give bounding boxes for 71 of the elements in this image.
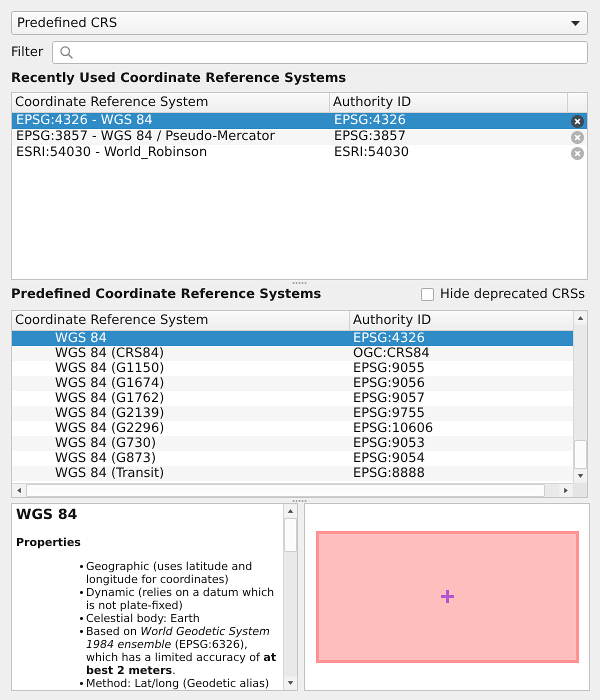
table-cell-text: WGS 84 (G2296) — [54, 421, 166, 436]
table-cell-text: EPSG:4326 - WGS 84 — [15, 113, 154, 129]
table-cell-text: WGS 84 (G2139) — [54, 406, 166, 421]
table-cell-text: EPSG:4326 — [352, 331, 426, 346]
search-icon — [60, 46, 74, 59]
vertical-scrollbar[interactable] — [283, 504, 297, 690]
table-row[interactable]: WGS 84 (G1674) EPSG:9056 — [12, 376, 573, 391]
caret-icon — [571, 20, 580, 26]
checkbox-label[interactable]: Hide deprecated CRSs — [440, 286, 585, 302]
table-cell-text: EPSG:9755 — [352, 406, 426, 421]
column-header[interactable]: Coordinate Reference System — [12, 311, 350, 330]
table-cell-text: EPSG:9054 — [352, 451, 426, 466]
table-cell-text: EPSG:9053 — [352, 436, 426, 451]
table-cell-text: WGS 84 (Transit) — [54, 466, 166, 481]
table-row[interactable]: WGS 84 (G873) EPSG:9054 — [12, 451, 573, 466]
properties-heading: Properties — [16, 536, 82, 549]
table-row[interactable]: WGS 84 (G1150) EPSG:9055 — [12, 361, 573, 376]
table-cell-text: WGS 84 (CRS84) — [54, 346, 166, 361]
table-row[interactable]: EPSG:4326 - WGS 84 EPSG:4326 — [12, 113, 587, 129]
table-cell-text: WGS 84 (G1674) — [54, 376, 166, 391]
table-cell-text: EPSG:9055 — [352, 361, 426, 376]
table-cell-text: EPSG:9056 — [352, 376, 426, 391]
table-cell-text: WGS 84 (G1150) — [54, 361, 166, 376]
table-row[interactable]: WGS 84 (Transit) EPSG:8888 — [12, 466, 573, 481]
table-row[interactable]: EPSG:3857 - WGS 84 / Pseudo-Mercator EPSG:3857 — [12, 129, 587, 145]
property-item: Dynamic (relies on a datum which is not plate-fixed) — [86, 586, 276, 612]
filter-field[interactable] — [52, 41, 588, 64]
table-row[interactable]: ESRI:54030 - World_Robinson ESRI:54030 — [12, 145, 587, 161]
scrollbar-corner — [573, 483, 587, 497]
table-cell-text: WGS 84 — [54, 331, 108, 346]
section-heading: Predefined Coordinate Reference Systems — [11, 286, 322, 302]
table-cell-text: EPSG:9057 — [352, 391, 426, 406]
table-cell-text: WGS 84 (G873) — [54, 451, 158, 466]
filter-label: Filter — [11, 45, 44, 60]
property-item: Method: Lat/long (Geodetic alias) — [86, 677, 270, 690]
table-row[interactable]: WGS 84 EPSG:4326 — [12, 331, 573, 346]
table-cell-text: ESRI:54030 - World_Robinson — [15, 145, 208, 161]
bullet-icon — [80, 682, 83, 685]
table-row[interactable]: WGS 84 (G1762) EPSG:9057 — [12, 391, 573, 406]
table-cell-text: ESRI:54030 — [333, 145, 410, 161]
property-item: Celestial body: Earth — [86, 612, 201, 625]
column-header[interactable]: Authority ID — [350, 311, 573, 330]
crs-type-dropdown[interactable]: Predefined CRS — [11, 11, 588, 35]
column-header[interactable]: Coordinate Reference System — [12, 93, 330, 112]
column-header[interactable]: Authority ID — [330, 93, 568, 112]
bullet-icon — [80, 565, 83, 568]
table-row[interactable]: WGS 84 (G2296) EPSG:10606 — [12, 421, 573, 436]
table-cell-text: EPSG:3857 - WGS 84 / Pseudo-Mercator — [15, 129, 276, 145]
scrollbar-thumb[interactable] — [574, 440, 587, 469]
plus-icon — [441, 590, 454, 603]
vertical-scrollbar[interactable] — [573, 311, 587, 483]
bullet-icon — [80, 630, 83, 633]
checkbox[interactable] — [420, 288, 434, 300]
details-title: WGS 84 — [16, 507, 78, 524]
scrollbar-thumb[interactable] — [284, 518, 297, 552]
table-cell-text: WGS 84 (G1762) — [54, 391, 166, 406]
table-cell-text: EPSG:10606 — [352, 421, 434, 436]
bullet-icon — [80, 591, 83, 594]
table-row[interactable]: WGS 84 (CRS84) OGC:CRS84 — [12, 346, 573, 361]
table-cell-text: EPSG:3857 — [333, 129, 407, 145]
section-heading: Recently Used Coordinate Reference Systems — [11, 71, 346, 86]
table-cell-text: OGC:CRS84 — [352, 346, 431, 361]
table-cell-text: EPSG:4326 — [333, 113, 407, 129]
table-row[interactable]: WGS 84 (G2139) EPSG:9755 — [12, 406, 573, 421]
table-row[interactable]: WGS 84 (G730) EPSG:9053 — [12, 436, 573, 451]
property-item: Based on World Geodetic System 1984 ensemble (EPSG:6326), which has a limited accuracy of at best 2 meters. — [86, 625, 278, 677]
table-cell-text: WGS 84 (G730) — [54, 436, 158, 451]
table-cell-text: EPSG:8888 — [352, 466, 426, 481]
bullet-icon — [80, 617, 83, 620]
close-icon[interactable] — [571, 114, 584, 128]
property-item: Geographic (uses latitude and longitude for coordinates) — [86, 560, 254, 586]
